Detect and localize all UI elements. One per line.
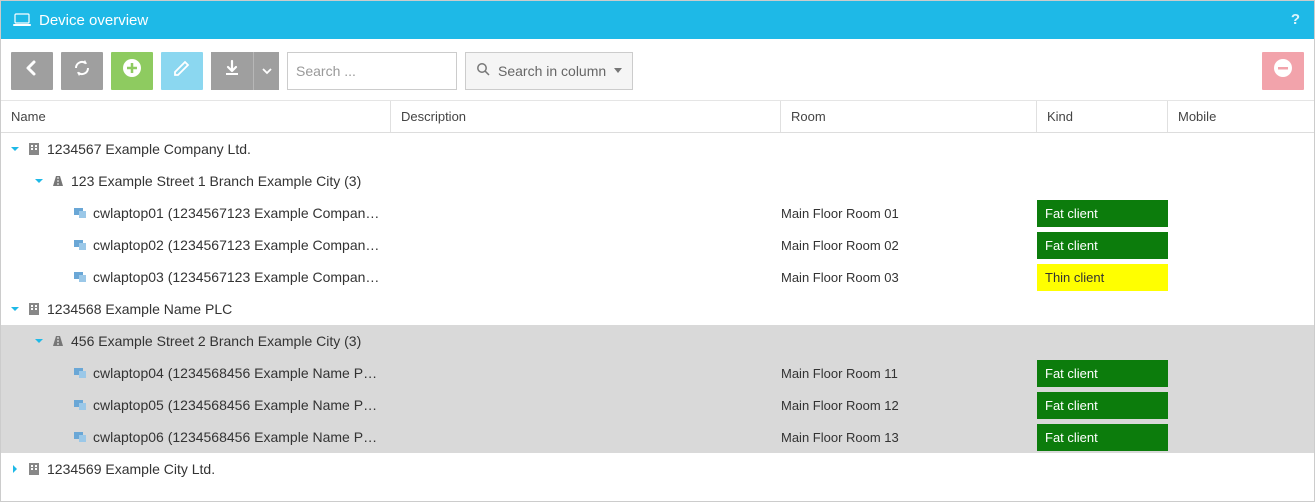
tree-row-branch[interactable]: 123 Example Street 1 Branch Example City… [1,165,1314,197]
column-search-label: Search in column [498,63,606,79]
panel-title: Device overview [39,12,148,29]
col-mobile[interactable]: Mobile [1168,101,1314,132]
device-name: cwlaptop01 (1234567123 Example Company .… [93,205,383,221]
tree-row-device[interactable]: cwlaptop03 (1234567123 Example Company .… [1,261,1314,293]
search-box: ✕ [287,52,457,90]
node-label: 123 Example Street 1 Branch Example City… [71,173,361,189]
device-room: Main Floor Room 02 [781,238,1037,253]
col-kind[interactable]: Kind [1037,101,1168,132]
add-button[interactable] [111,52,153,90]
laptop-icon [13,13,31,27]
tree-row-device[interactable]: cwlaptop06 (1234568456 Example Name PLC.… [1,421,1314,453]
computer-icon [73,206,87,220]
tree-row-device[interactable]: cwlaptop01 (1234567123 Example Company .… [1,197,1314,229]
expander-icon[interactable] [9,303,21,315]
tree-row-branch[interactable]: 456 Example Street 2 Branch Example City… [1,325,1314,357]
col-name[interactable]: Name [1,101,391,132]
node-label: 1234567 Example Company Ltd. [47,141,251,157]
table-header: Name Description Room Kind Mobile [1,101,1314,133]
kind-badge: Fat client [1037,232,1168,259]
refresh-icon [72,58,92,83]
kind-badge: Fat client [1037,392,1168,419]
node-label: 1234568 Example Name PLC [47,301,232,317]
computer-icon [73,430,87,444]
chevron-down-icon [262,60,272,81]
plus-circle-icon [121,57,143,84]
computer-icon [73,238,87,252]
computer-icon [73,398,87,412]
expander-icon[interactable] [9,463,21,475]
device-name: cwlaptop03 (1234567123 Example Company .… [93,269,383,285]
col-room[interactable]: Room [781,101,1037,132]
kind-badge: Thin client [1037,264,1168,291]
edit-button[interactable] [161,52,203,90]
device-room: Main Floor Room 13 [781,430,1037,445]
edit-icon [172,58,192,83]
node-label: 456 Example Street 2 Branch Example City… [71,333,361,349]
tree-row-device[interactable]: cwlaptop05 (1234568456 Example Name PLC.… [1,389,1314,421]
panel-header: Device overview ? [1,1,1314,39]
device-name: cwlaptop06 (1234568456 Example Name PLC.… [93,429,383,445]
kind-badge: Fat client [1037,200,1168,227]
toolbar: ✕ Search in column [1,39,1314,101]
tree-body: 1234567 Example Company Ltd. 123 Example… [1,133,1314,485]
expander-icon[interactable] [9,143,21,155]
minus-circle-icon [1272,57,1294,84]
chevron-down-icon [614,68,622,73]
building-icon [27,302,41,316]
export-button-group [211,52,279,90]
building-icon [27,462,41,476]
download-button[interactable] [211,52,253,90]
kind-badge: Fat client [1037,360,1168,387]
kind-badge: Fat client [1037,424,1168,451]
col-description[interactable]: Description [391,101,781,132]
delete-button[interactable] [1262,52,1304,90]
back-button[interactable] [11,52,53,90]
arrow-left-icon [23,59,41,82]
device-name: cwlaptop04 (1234568456 Example Name PLC.… [93,365,383,381]
device-room: Main Floor Room 03 [781,270,1037,285]
computer-icon [73,270,87,284]
device-room: Main Floor Room 01 [781,206,1037,221]
search-icon [476,62,490,79]
node-label: 1234569 Example City Ltd. [47,461,215,477]
column-search-dropdown[interactable]: Search in column [465,52,633,90]
tree-row-device[interactable]: cwlaptop04 (1234568456 Example Name PLC.… [1,357,1314,389]
device-name: cwlaptop05 (1234568456 Example Name PLC.… [93,397,383,413]
search-input[interactable] [296,63,477,79]
road-icon [51,174,65,188]
help-icon[interactable]: ? [1291,11,1300,28]
device-room: Main Floor Room 11 [781,366,1037,381]
download-dropdown-button[interactable] [253,52,279,90]
device-room: Main Floor Room 12 [781,398,1037,413]
road-icon [51,334,65,348]
expander-icon[interactable] [33,175,45,187]
building-icon [27,142,41,156]
download-icon [222,58,242,83]
tree-row-device[interactable]: cwlaptop02 (1234567123 Example Company .… [1,229,1314,261]
tree-row-company[interactable]: 1234568 Example Name PLC [1,293,1314,325]
refresh-button[interactable] [61,52,103,90]
tree-row-company[interactable]: 1234569 Example City Ltd. [1,453,1314,485]
expander-icon[interactable] [33,335,45,347]
device-name: cwlaptop02 (1234567123 Example Company .… [93,237,383,253]
computer-icon [73,366,87,380]
tree-row-company[interactable]: 1234567 Example Company Ltd. [1,133,1314,165]
